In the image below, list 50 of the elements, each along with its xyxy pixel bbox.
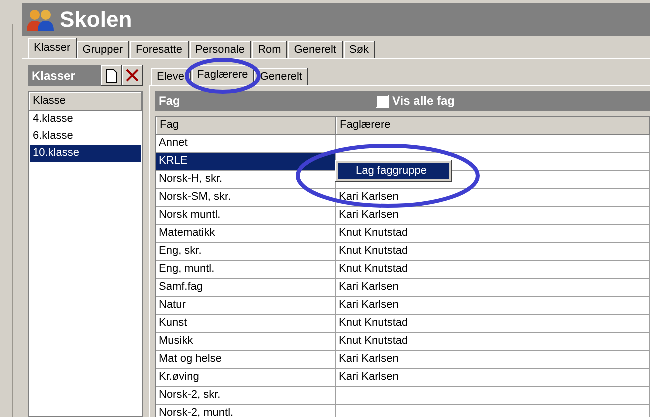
column-header[interactable]: Faglærere bbox=[336, 117, 650, 134]
table-cell: Natur bbox=[156, 297, 336, 314]
checkbox-label: Vis alle fag bbox=[392, 94, 455, 108]
table-cell: Kari Karlsen bbox=[336, 369, 650, 386]
tab[interactable]: Faglærere bbox=[192, 65, 254, 85]
people-icon bbox=[26, 8, 56, 32]
table-cell: Knut Knutstad bbox=[336, 225, 650, 242]
table-cell: Eng, skr. bbox=[156, 243, 336, 260]
table-cell: Samf.fag bbox=[156, 279, 336, 296]
table-cell: Norsk muntl. bbox=[156, 207, 336, 224]
tab[interactable]: Rom bbox=[252, 41, 288, 58]
list-item[interactable]: 10.klasse bbox=[30, 145, 141, 162]
table-cell: Kr.øving bbox=[156, 369, 336, 386]
tab[interactable]: Søk bbox=[344, 41, 376, 58]
tab[interactable]: Generelt bbox=[254, 68, 308, 85]
tab[interactable]: Foresatte bbox=[130, 41, 189, 58]
document-icon bbox=[106, 68, 117, 82]
table-cell: Knut Knutstad bbox=[336, 243, 650, 260]
table-cell: Eng, muntl. bbox=[156, 261, 336, 278]
table-cell: Kunst bbox=[156, 315, 336, 332]
column-header[interactable]: Fag bbox=[156, 117, 336, 134]
table-cell: Kari Karlsen bbox=[336, 351, 650, 368]
tab[interactable]: Klasser bbox=[28, 38, 77, 58]
new-button[interactable] bbox=[101, 65, 122, 86]
tab[interactable]: Generelt bbox=[288, 41, 342, 58]
table-cell: Norsk-2, skr. bbox=[156, 387, 336, 404]
tab[interactable]: Eleve bbox=[151, 68, 191, 85]
delete-button[interactable] bbox=[122, 65, 143, 86]
checkbox[interactable] bbox=[376, 94, 389, 108]
table-cell: Kari Karlsen bbox=[336, 297, 650, 314]
window-title: Skolen bbox=[60, 6, 132, 32]
close-icon bbox=[126, 69, 139, 82]
column-header[interactable]: Klasse bbox=[29, 92, 142, 111]
table-cell: Knut Knutstad bbox=[336, 333, 650, 350]
table-cell: Kari Karlsen bbox=[336, 189, 650, 206]
table-cell: Matematikk bbox=[156, 225, 336, 242]
table-cell: Kari Karlsen bbox=[336, 207, 650, 224]
table-cell: KRLE bbox=[156, 153, 336, 170]
table-cell: Knut Knutstad bbox=[336, 315, 650, 332]
table-cell: Annet bbox=[156, 135, 336, 152]
table-cell: Knut Knutstad bbox=[336, 261, 650, 278]
panel-title: Fag bbox=[159, 94, 182, 108]
table-cell: Norsk-SM, skr. bbox=[156, 189, 336, 206]
table-cell: Musikk bbox=[156, 333, 336, 350]
table-cell: Kari Karlsen bbox=[336, 279, 650, 296]
table-cell: Mat og helse bbox=[156, 351, 336, 368]
menu-item[interactable]: Lag faggruppe bbox=[338, 163, 449, 179]
tab[interactable]: Personale bbox=[190, 41, 252, 58]
tab[interactable]: Grupper bbox=[76, 41, 130, 58]
panel-title: Klasser bbox=[32, 68, 76, 82]
